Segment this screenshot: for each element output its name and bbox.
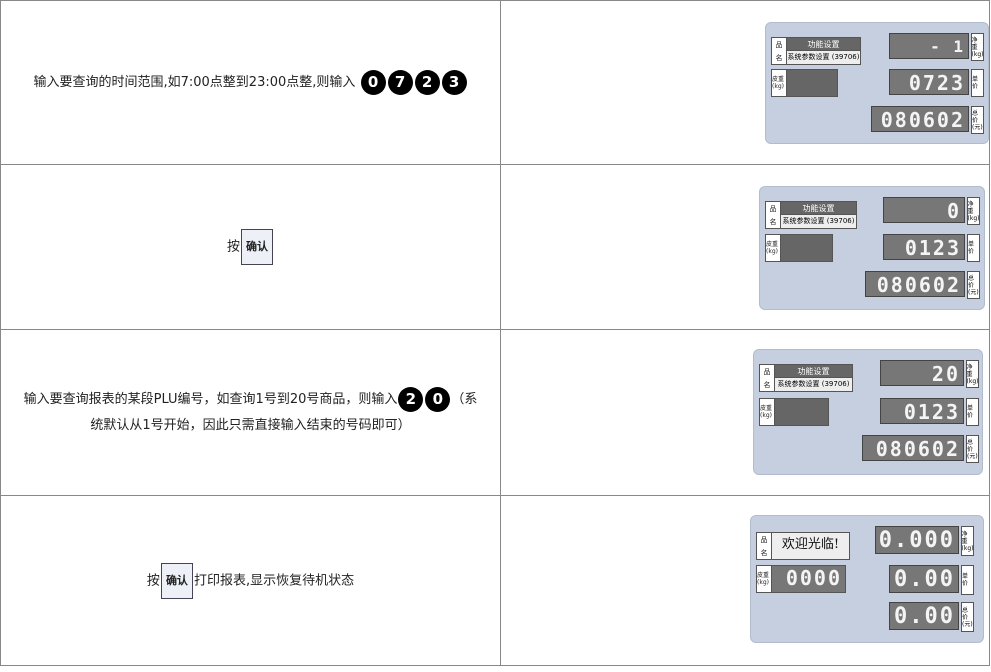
scale-display-panel: 品名 欢迎光临! 皮重(kg) 0000 0.000 净重(kg) 0.00 单… — [750, 515, 984, 643]
unit-price-lcd: 0123 — [880, 398, 964, 424]
confirm-key: 确认 — [241, 229, 273, 265]
tare-box: 皮重(kg) — [765, 234, 833, 262]
instruction-prefix: 按 — [146, 573, 160, 588]
total-price-tag: 总价(元) — [971, 106, 984, 134]
net-unit-tag: 净重(kg) — [971, 33, 984, 61]
net-weight-lcd: - 1 — [889, 33, 969, 59]
unit-price-lcd: 0723 — [889, 69, 969, 95]
digit-key-7: 7 — [387, 69, 413, 95]
step-row-2: 按确认 品名 功能设置 系统参数设置 (39706) 皮重(kg) 0 净重(k… — [0, 164, 990, 330]
net-weight-lcd: 20 — [880, 360, 964, 386]
scale-display-panel: 品名 功能设置 系统参数设置 (39706) 皮重(kg) - 1 净重(kg)… — [765, 22, 989, 144]
scale-display-panel: 品名 功能设置 系统参数设置 (39706) 皮重(kg) 0 净重(kg) 0… — [759, 186, 985, 310]
scale-display-panel: 品名 功能设置 系统参数设置 (39706) 皮重(kg) 20 净重(kg) … — [753, 349, 983, 475]
total-price-lcd: 080602 — [871, 106, 969, 132]
name-bottom-line: 系统参数设置 (39706) — [787, 50, 860, 64]
net-weight-lcd: 0.000 — [875, 526, 959, 554]
confirm-key: 确认 — [160, 562, 193, 599]
step-row-4: 按确认 打印报表,显示恢复待机状态 品名 欢迎光临! 皮重(kg) 0000 0.… — [0, 495, 990, 666]
display-cell-3: 品名 功能设置 系统参数设置 (39706) 皮重(kg) 20 净重(kg) … — [500, 329, 990, 496]
tare-lcd: 0000 — [772, 566, 845, 592]
instruction-cell-3: 输入要查询报表的某段PLU编号，如查询1号到20号商品，则输入 2 0 （系 统默认从… — [0, 329, 501, 496]
note-line-1: （系 — [451, 391, 478, 407]
tare-box: 皮重(kg) 0000 — [756, 565, 846, 593]
note-line-2: 统默认从1号开始，因此只需直接输入结束的号码即可） — [90, 417, 411, 433]
total-price-lcd: 080602 — [865, 271, 965, 297]
instruction-cell-4: 按确认 打印报表,显示恢复待机状态 — [0, 495, 501, 666]
instruction-prefix: 按 — [226, 239, 240, 255]
instruction-text: 输入要查询的时间范围,如7:00点整到23:00点整,则输入 — [33, 74, 356, 90]
product-name-box: 品名 欢迎光临! — [756, 532, 850, 560]
name-bottom-line: 系统参数设置 (39706) — [775, 377, 852, 391]
net-unit-tag: 净重(kg) — [966, 360, 979, 388]
instruction-cell-2: 按确认 — [0, 164, 501, 330]
unit-price-lcd: 0.00 — [889, 565, 959, 593]
display-cell-4: 品名 欢迎光临! 皮重(kg) 0000 0.000 净重(kg) 0.00 单… — [500, 495, 990, 666]
net-unit-tag: 净重(kg) — [967, 197, 980, 225]
unit-price-tag: 单价 — [966, 398, 979, 426]
product-name-box: 品名 功能设置 系统参数设置 (39706) — [765, 201, 857, 229]
name-bottom-line: 系统参数设置 (39706) — [781, 214, 856, 228]
total-price-tag: 总价(元) — [961, 602, 974, 632]
digit-key-0: 0 — [360, 69, 386, 95]
unit-price-lcd: 0123 — [883, 234, 965, 260]
tare-box: 皮重(kg) — [771, 69, 838, 97]
digit-key-3: 3 — [441, 69, 467, 95]
step-row-3: 输入要查询报表的某段PLU编号，如查询1号到20号商品，则输入 2 0 （系 统默认从… — [0, 329, 990, 496]
net-weight-lcd: 0 — [883, 197, 965, 223]
display-cell-1: 品名 功能设置 系统参数设置 (39706) 皮重(kg) - 1 净重(kg)… — [500, 0, 990, 165]
total-price-tag: 总价(元) — [967, 271, 980, 299]
instruction-text: 输入要查询报表的某段PLU编号，如查询1号到20号商品，则输入 — [23, 391, 398, 407]
total-price-lcd: 0.00 — [889, 602, 959, 630]
digit-key-2: 2 — [398, 386, 424, 412]
digit-key-2: 2 — [414, 69, 440, 95]
total-price-lcd: 080602 — [862, 435, 964, 461]
product-name-box: 品名 功能设置 系统参数设置 (39706) — [771, 37, 861, 65]
unit-price-tag: 单价 — [967, 234, 980, 262]
instruction-suffix: 打印报表,显示恢复待机状态 — [193, 573, 355, 588]
tare-box: 皮重(kg) — [759, 398, 829, 426]
procedure-table: 输入要查询的时间范围,如7:00点整到23:00点整,则输入 0723 品名 功… — [0, 0, 990, 666]
digit-key-0: 0 — [425, 386, 451, 412]
unit-price-tag: 单价 — [971, 69, 984, 97]
total-price-tag: 总价(元) — [966, 435, 979, 463]
net-unit-tag: 净重(kg) — [961, 526, 974, 556]
product-name-box: 品名 功能设置 系统参数设置 (39706) — [759, 364, 853, 392]
display-cell-2: 品名 功能设置 系统参数设置 (39706) 皮重(kg) 0 净重(kg) 0… — [500, 164, 990, 330]
unit-price-tag: 单价 — [961, 565, 974, 595]
instruction-cell-1: 输入要查询的时间范围,如7:00点整到23:00点整,则输入 0723 — [0, 0, 501, 165]
welcome-message: 欢迎光临! — [772, 533, 849, 559]
step-row-1: 输入要查询的时间范围,如7:00点整到23:00点整,则输入 0723 品名 功… — [0, 0, 990, 165]
